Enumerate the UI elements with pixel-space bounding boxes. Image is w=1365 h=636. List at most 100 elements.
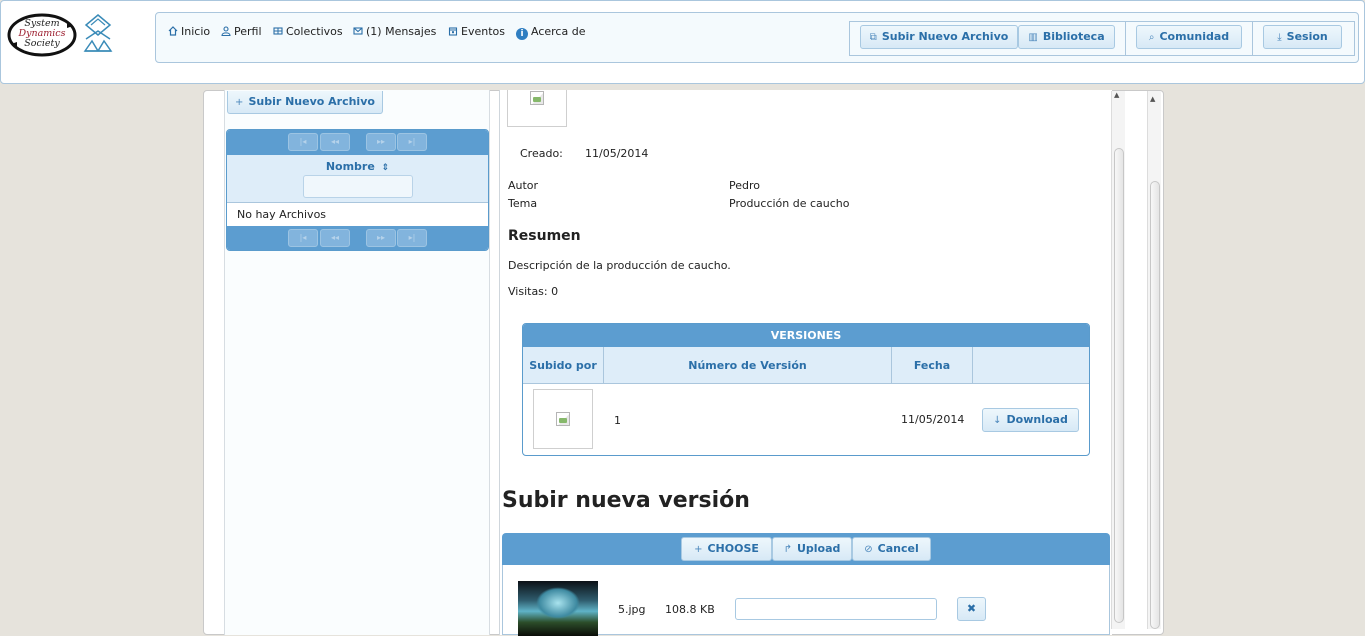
choose-label: CHOOSE [707, 542, 759, 555]
sesion-label: Sesion [1286, 30, 1328, 43]
remove-file-button[interactable]: ✖ [957, 597, 986, 621]
nombre-column-header[interactable]: Nombre ⇕ [227, 160, 488, 173]
visits-count: Visitas: 0 [508, 285, 559, 298]
sidebar-upload-label: Subir Nuevo Archivo [248, 95, 375, 108]
last-page-button[interactable]: ▸| [397, 133, 427, 151]
broken-image-icon [530, 91, 544, 105]
upload-label: Upload [796, 542, 841, 555]
first-page-button[interactable]: |◂ [288, 229, 318, 247]
library-icon: ▥ [1028, 32, 1038, 43]
file-name: 5.jpg [618, 603, 646, 616]
versions-table-header: Subido por Número de Versión Fecha [523, 347, 1089, 384]
nav-colectivos-label: Colectivos [286, 25, 343, 38]
author-value: Pedro [729, 179, 761, 192]
sort-icon: ⇕ [381, 163, 390, 173]
nav-mensajes[interactable]: (1) Mensajes [353, 25, 436, 39]
header-separator [1252, 21, 1253, 56]
system-dynamics-society-logo[interactable]: System Dynamics Society [7, 12, 77, 60]
version-number: 1 [614, 414, 621, 427]
biblioteca-button[interactable]: ▥ Biblioteca [1018, 25, 1115, 49]
broken-image-icon [556, 412, 570, 426]
nav-colectivos[interactable]: Colectivos [273, 25, 343, 39]
files-table-header: Nombre ⇕ [227, 155, 488, 203]
uploaded-by-header: Subido por [523, 347, 604, 384]
next-page-button[interactable]: ▸▸ [366, 229, 396, 247]
plus-icon: + [694, 544, 703, 555]
files-table-top-paginator: |◂ ◂◂ ▸▸ ▸| [227, 130, 488, 155]
empty-message: No hay Archivos [237, 208, 327, 221]
download-button[interactable]: ↓ Download [982, 408, 1079, 432]
content-scrollbar-thumb[interactable] [1114, 148, 1124, 623]
version-number-header-label: Número de Versión [688, 358, 807, 372]
scroll-up-arrow-icon[interactable]: ▲ [1114, 91, 1119, 99]
person-icon [221, 26, 231, 36]
scroll-up-arrow-icon[interactable]: ▲ [1150, 95, 1155, 103]
search-icon: ⌕ [1148, 32, 1155, 43]
sesion-button[interactable]: ⤓ Sesion [1263, 25, 1342, 49]
nombre-header-label: Nombre [325, 160, 375, 173]
nav-mensajes-label: (1) Mensajes [366, 25, 437, 38]
first-page-button[interactable]: |◂ [288, 133, 318, 151]
version-number-header: Número de Versión [604, 347, 892, 384]
prev-page-button[interactable]: ◂◂ [320, 133, 350, 151]
sidebar-upload-button[interactable]: + Subir Nuevo Archivo [227, 91, 383, 114]
info-icon: i [516, 28, 528, 40]
prev-page-button[interactable]: ◂◂ [320, 229, 350, 247]
nav-eventos[interactable]: Eventos [448, 25, 505, 39]
cancel-button[interactable]: ⊘ Cancel [852, 537, 931, 561]
calendar-icon [448, 27, 458, 36]
date-header-label: Fecha [913, 358, 951, 372]
file-size: 108.8 KB [665, 603, 715, 616]
upload-toolbar: + CHOOSE ↱ Upload ⊘ Cancel [502, 533, 1110, 565]
uploader-avatar [533, 389, 593, 449]
file-image [507, 90, 567, 127]
nav-inicio-label: Inicio [181, 25, 211, 38]
last-page-button[interactable]: ▸| [397, 229, 427, 247]
nav-eventos-label: Eventos [461, 25, 505, 38]
group-icon [273, 27, 283, 35]
upload-button[interactable]: ↱ Upload [772, 537, 852, 561]
logo-line-3: Society [24, 38, 60, 49]
download-label: Download [1006, 413, 1068, 426]
comunidad-label: Comunidad [1159, 30, 1230, 43]
upload-window-icon: ⧉ [869, 32, 877, 43]
nav-acerca-de-label: Acerca de [531, 25, 586, 38]
version-date: 11/05/2014 [901, 413, 965, 426]
home-icon [168, 26, 178, 36]
app-header: System Dynamics Society Inicio Perfil Co… [0, 0, 1365, 84]
versions-table: VERSIONES Subido por Número de Versión F… [522, 323, 1090, 456]
nav-perfil[interactable]: Perfil [221, 25, 262, 39]
created-label: Creado: [520, 147, 563, 160]
next-page-button[interactable]: ▸▸ [366, 133, 396, 151]
subir-nuevo-archivo-button[interactable]: ⧉ Subir Nuevo Archivo [860, 25, 1018, 49]
topic-value: Producción de caucho [729, 197, 850, 210]
uploaded-by-header-label: Subido por [529, 358, 597, 372]
page-scrollbar[interactable]: ▲ [1147, 91, 1161, 629]
files-table: |◂ ◂◂ ▸▸ ▸| Nombre ⇕ No hay Archivos |◂ … [226, 129, 489, 251]
cancel-label: Cancel [877, 542, 919, 555]
file-description-input[interactable] [735, 598, 937, 620]
table-row: 1 11/05/2014 ↓ Download [523, 385, 1089, 455]
nombre-filter-input[interactable] [303, 175, 413, 198]
download-icon: ⤓ [1277, 32, 1282, 43]
upload-version-heading: Subir nueva versión [502, 488, 750, 513]
close-icon: ✖ [966, 602, 977, 615]
file-thumbnail [518, 581, 598, 636]
author-label: Autor [508, 179, 539, 192]
cancel-icon: ⊘ [864, 544, 873, 555]
comunidad-button[interactable]: ⌕ Comunidad [1136, 25, 1242, 49]
nav-inicio[interactable]: Inicio [168, 25, 210, 39]
versions-title: VERSIONES [523, 324, 1089, 347]
plus-icon: + [235, 97, 244, 108]
topic-label: Tema [508, 197, 538, 210]
content-scrollbar[interactable]: ▲ [1111, 91, 1125, 629]
nav-acerca-de[interactable]: i Acerca de [516, 25, 586, 40]
page-scrollbar-thumb[interactable] [1150, 181, 1160, 629]
summary-text: Descripción de la producción de caucho. [508, 259, 731, 272]
upload-arrow-icon: ↱ [783, 544, 792, 555]
download-arrow-icon: ↓ [993, 415, 1002, 426]
mail-icon [353, 27, 363, 35]
header-separator [1125, 21, 1126, 56]
choose-button[interactable]: + CHOOSE [681, 537, 772, 561]
university-emblem-icon[interactable] [83, 13, 113, 53]
